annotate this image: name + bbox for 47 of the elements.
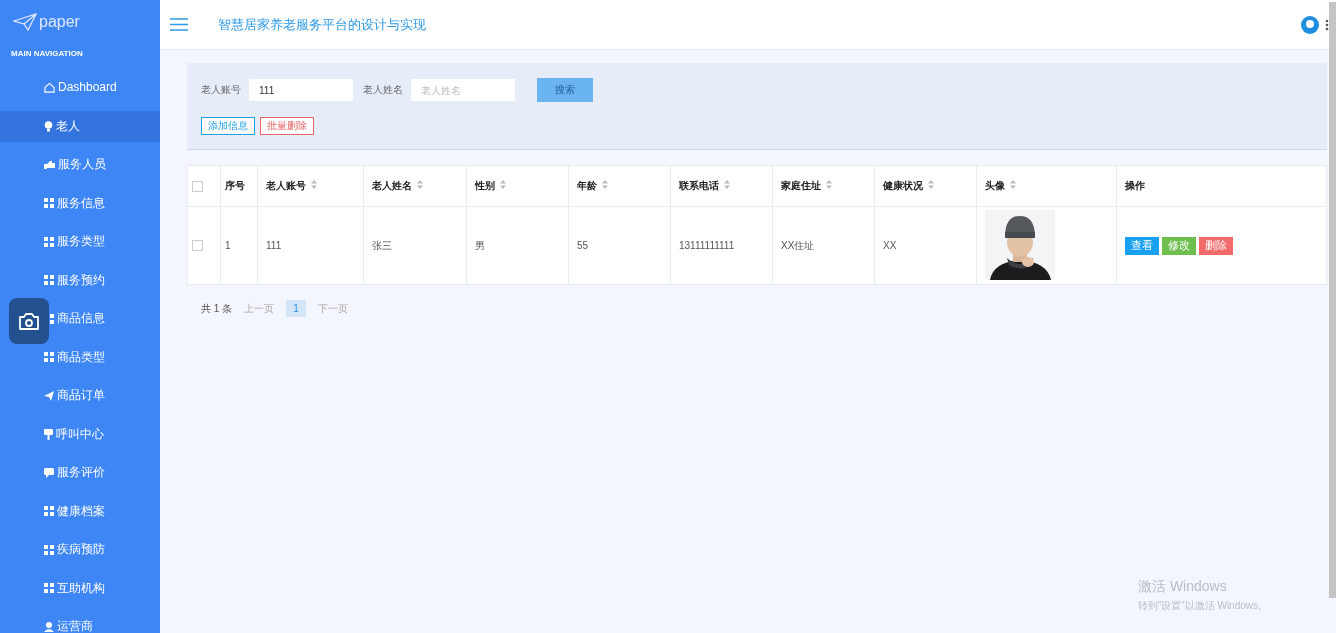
sidebar-item[interactable]: 商品订单 (0, 376, 160, 415)
table-cell: 1 (225, 240, 231, 251)
edit-button[interactable]: 修改 (1162, 236, 1196, 255)
column-header[interactable]: 家庭住址 (781, 180, 821, 191)
column-header[interactable]: 老人姓名 (372, 180, 412, 191)
search-field[interactable]: 老人姓名 (411, 79, 515, 101)
page-title: 智慧居家养老服务平台的设计与实现 (218, 15, 427, 34)
view-button[interactable]: 查看 (1125, 236, 1159, 255)
sidebar-item[interactable]: 健康档案 (0, 492, 160, 531)
column-header: 序号 (225, 180, 245, 191)
sidebar-item[interactable]: 服务评价 (0, 453, 160, 492)
add-button[interactable]: 添加信息 (201, 117, 255, 135)
section-heading: MAIN NAVIGATION (10, 48, 84, 60)
column-header[interactable]: 年龄 (577, 180, 597, 191)
table-cell: 男 (475, 239, 485, 251)
column-header[interactable]: 性别 (475, 180, 495, 191)
sidebar-item[interactable]: 疾病预防 (0, 530, 160, 569)
column-header[interactable]: 头像 (985, 180, 1005, 191)
sidebar-item[interactable]: 服务预约 (0, 261, 160, 300)
page-number[interactable]: 1 (286, 300, 306, 317)
sidebar-item[interactable]: 服务人员 (0, 145, 160, 184)
sidebar-item[interactable]: 服务类型 (0, 222, 160, 261)
sidebar-item[interactable]: 互助机构 (0, 569, 160, 608)
table-cell: 55 (577, 240, 589, 251)
search-button[interactable]: 搜索 (537, 78, 593, 102)
column-header[interactable]: 老人账号 (266, 180, 306, 191)
logo-text: paper (39, 13, 80, 31)
sidebar-item[interactable]: 商品类型 (0, 338, 160, 377)
table-cell: 13111111111 (679, 240, 735, 251)
sidebar-item[interactable]: 运营商 (0, 607, 160, 633)
table-cell: XX (883, 240, 897, 251)
sidebar-item[interactable]: 服务信息 (0, 184, 160, 223)
column-header[interactable]: 健康状况 (883, 180, 923, 191)
sidebar-item[interactable]: Dashboard (0, 68, 160, 107)
total-count: 共 1 条 (201, 301, 233, 316)
table-cell: 张三 (372, 239, 392, 251)
table-cell: XX住址 (781, 239, 815, 251)
search-field[interactable]: 111 (249, 79, 353, 101)
table-cell: 111 (266, 240, 282, 251)
field-label: 老人账号 (201, 83, 241, 97)
activation-title: 激活 Windows (1138, 578, 1228, 596)
delete-button[interactable]: 删除 (1199, 236, 1233, 255)
column-header: 操作 (1125, 180, 1145, 191)
sidebar-item[interactable]: 呼叫中心 (0, 415, 160, 454)
field-label: 老人姓名 (363, 83, 403, 97)
batch-delete-button[interactable]: 批量删除 (260, 117, 314, 135)
column-header[interactable]: 联系电话 (679, 180, 719, 191)
